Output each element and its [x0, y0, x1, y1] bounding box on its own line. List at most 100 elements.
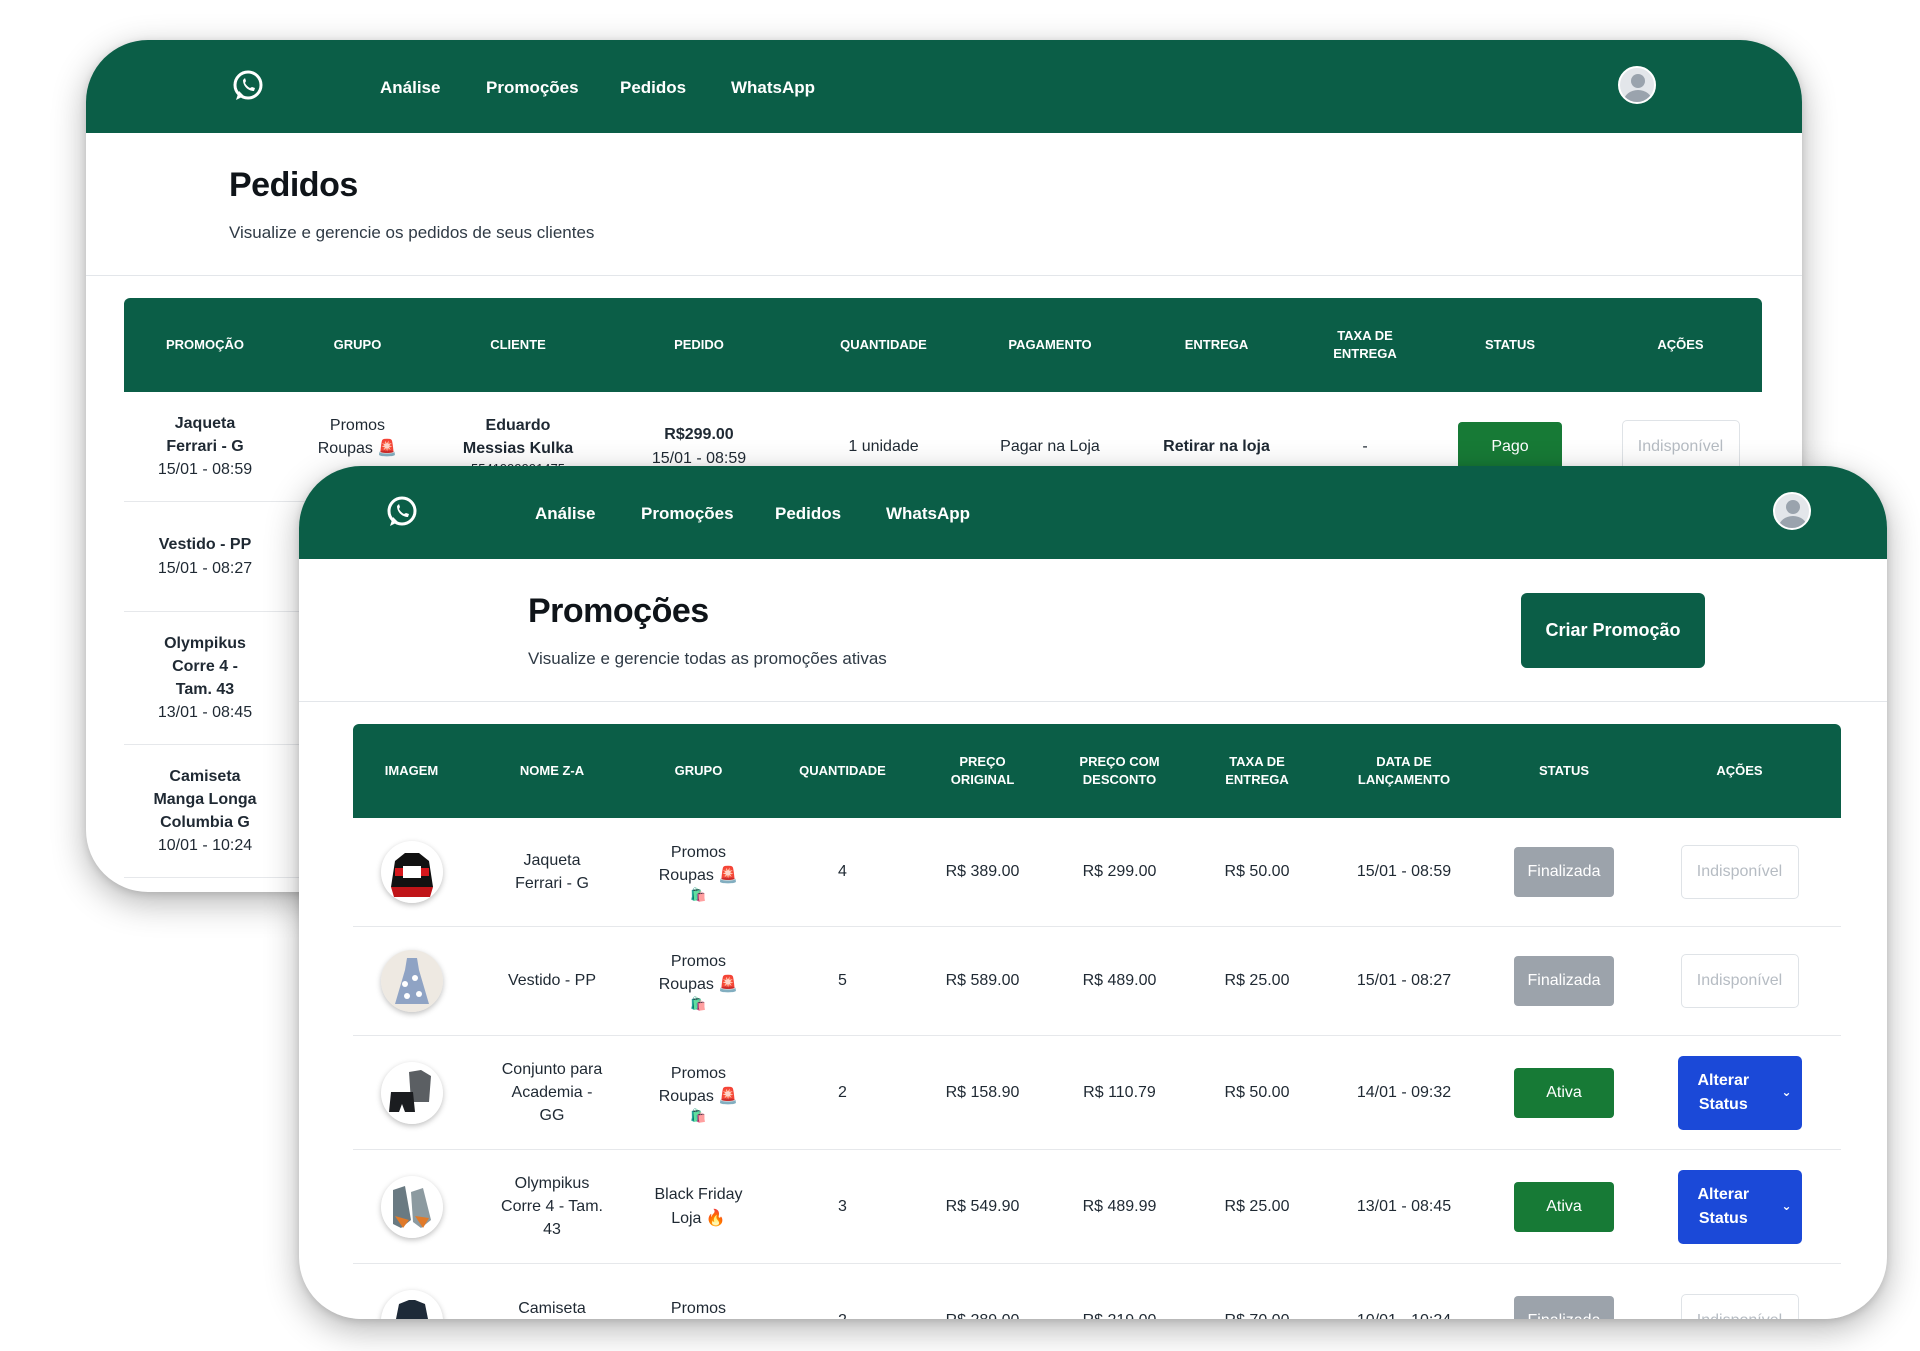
nav-link-whatsapp[interactable]: WhatsApp: [886, 504, 970, 524]
shopping-bags-icon: 🛍️: [690, 1107, 707, 1123]
chevron-down-icon: ⌄: [1781, 1198, 1792, 1213]
table-row[interactable]: Vestido - PP Promos Roupas 🚨 🛍️ 5 R$ 589…: [353, 927, 1841, 1036]
table-row[interactable]: Olympikus Corre 4 - Tam. 43 Black Friday…: [353, 1150, 1841, 1264]
nav-link-analise[interactable]: Análise: [535, 504, 595, 524]
user-avatar-icon[interactable]: [1773, 492, 1811, 530]
promo-date: 13/01 - 08:45: [157, 704, 253, 722]
delivery-fee-cell: R$ 25.00: [1224, 972, 1290, 990]
create-promotion-button[interactable]: Criar Promoção: [1521, 593, 1705, 668]
promo-cell: Camiseta Manga Longa Columbia G 10/01 - …: [124, 745, 286, 877]
column-header[interactable]: PREÇO COM DESCONTO: [1043, 724, 1196, 818]
table-row[interactable]: Camiseta Manga Longa Promos Roupas 🚨 2 R…: [353, 1264, 1841, 1319]
column-header[interactable]: AÇÕES: [1638, 724, 1841, 818]
promo-date: 15/01 - 08:59: [157, 461, 253, 479]
column-header[interactable]: GRUPO: [286, 298, 429, 392]
column-header[interactable]: QUANTIDADE: [791, 298, 976, 392]
column-header[interactable]: TAXA DE ENTREGA: [1309, 298, 1421, 392]
column-header[interactable]: DATA DE LANÇAMENTO: [1318, 724, 1490, 818]
discount-price-cell: R$ 299.00: [1082, 863, 1157, 881]
original-price-cell: R$ 549.90: [945, 1197, 1020, 1215]
product-thumbnail[interactable]: [380, 1289, 443, 1319]
nav-link-pedidos[interactable]: Pedidos: [620, 78, 686, 98]
user-avatar-icon[interactable]: [1618, 66, 1656, 104]
column-header[interactable]: ENTREGA: [1124, 298, 1309, 392]
change-status-button[interactable]: Alterar Status ⌄: [1677, 1055, 1802, 1130]
status-cell: Finalizada: [1490, 927, 1638, 1035]
promotions-table: IMAGEM NOME Z-A GRUPO QUANTIDADE PREÇO O…: [353, 724, 1841, 1319]
client-name: Eduardo Messias Kulka: [462, 417, 574, 458]
nav-link-whatsapp[interactable]: WhatsApp: [731, 78, 815, 98]
group-cell: Promos Roupas 🚨: [670, 1300, 727, 1318]
group-cell: Promos Roupas 🚨 🛍️: [634, 1036, 763, 1149]
status-badge: Pago: [1458, 421, 1562, 472]
status-cell: Finalizada: [1490, 1264, 1638, 1319]
whatsapp-logo-icon[interactable]: [385, 495, 419, 529]
name-cell: Conjunto para Academia - GG: [501, 1060, 603, 1125]
top-navbar: Análise Promoções Pedidos WhatsApp: [299, 466, 1887, 559]
column-header[interactable]: GRUPO: [634, 724, 763, 818]
shopping-bags-icon: 🛍️: [690, 996, 707, 1012]
unavailable-button[interactable]: Indisponível: [1680, 845, 1799, 899]
change-status-button[interactable]: Alterar Status ⌄: [1677, 1169, 1802, 1244]
promo-cell: Olympikus Corre 4 - Tam. 43 13/01 - 08:4…: [124, 612, 286, 744]
promotions-table-header: IMAGEM NOME Z-A GRUPO QUANTIDADE PREÇO O…: [353, 724, 1841, 818]
whatsapp-logo-icon[interactable]: [231, 69, 265, 103]
discount-price-cell: R$ 219.00: [1043, 1264, 1196, 1319]
actions-cell: Indisponível: [1638, 927, 1841, 1035]
group-cell: Black Friday Loja 🔥: [654, 1186, 743, 1227]
column-header[interactable]: CLIENTE: [429, 298, 607, 392]
product-thumbnail[interactable]: [380, 841, 443, 903]
header-divider: [299, 701, 1887, 702]
table-row[interactable]: Jaqueta Ferrari - G Promos Roupas 🚨 🛍️ 4…: [353, 818, 1841, 927]
status-badge: Ativa: [1514, 1067, 1614, 1118]
nav-link-promocoes[interactable]: Promoções: [641, 504, 734, 524]
product-thumbnail[interactable]: [380, 1175, 443, 1238]
group-cell: Promos Roupas 🚨 🛍️: [634, 818, 763, 926]
discount-price-cell: R$ 110.79: [1083, 1083, 1156, 1101]
promo-cell: Vestido - PP 15/01 - 08:27: [124, 502, 286, 611]
top-navbar: Análise Promoções Pedidos WhatsApp: [86, 40, 1802, 133]
status-badge: Finalizada: [1514, 1295, 1614, 1319]
actions-cell: Indisponível: [1638, 1264, 1841, 1319]
unavailable-button[interactable]: Indisponível: [1680, 1293, 1799, 1319]
product-thumbnail[interactable]: [380, 1061, 443, 1124]
column-header[interactable]: IMAGEM: [353, 724, 470, 818]
page-subtitle: Visualize e gerencie os pedidos de seus …: [229, 223, 595, 242]
promo-name: Vestido - PP: [158, 536, 252, 554]
delivery-fee-cell: R$ 25.00: [1224, 1197, 1290, 1215]
column-header[interactable]: STATUS: [1421, 298, 1599, 392]
launch-date-cell: 15/01 - 08:27: [1356, 972, 1452, 990]
name-cell: Camiseta Manga Longa: [518, 1300, 586, 1318]
launch-date-cell: 14/01 - 09:32: [1356, 1083, 1452, 1101]
group-name: Promos Roupas 🚨: [658, 1064, 739, 1105]
column-header[interactable]: TAXA DE ENTREGA: [1196, 724, 1318, 818]
page-title: Pedidos: [229, 166, 358, 204]
column-header[interactable]: STATUS: [1490, 724, 1638, 818]
promotions-window: Análise Promoções Pedidos WhatsApp Promo…: [299, 466, 1887, 1319]
quantity-cell: 2: [838, 1083, 847, 1101]
column-header[interactable]: PREÇO ORIGINAL: [922, 724, 1043, 818]
image-cell: [353, 818, 470, 926]
product-thumbnail[interactable]: [380, 950, 443, 1012]
column-header[interactable]: AÇÕES: [1599, 298, 1762, 392]
quantity-cell: 4: [838, 863, 847, 881]
image-cell: [353, 927, 470, 1035]
column-header[interactable]: PAGAMENTO: [976, 298, 1124, 392]
column-header[interactable]: QUANTIDADE: [763, 724, 922, 818]
shopping-bags-icon: 🛍️: [690, 887, 707, 903]
change-status-label: Alterar Status: [1697, 1186, 1750, 1227]
promo-date: 15/01 - 08:27: [157, 559, 253, 577]
column-header[interactable]: PROMOÇÃO: [124, 298, 286, 392]
table-row[interactable]: Conjunto para Academia - GG Promos Roupa…: [353, 1036, 1841, 1150]
status-badge: Ativa: [1514, 1181, 1614, 1232]
nav-link-promocoes[interactable]: Promoções: [486, 78, 579, 98]
column-header[interactable]: PEDIDO: [607, 298, 791, 392]
image-cell: [353, 1264, 470, 1319]
promo-cell: Jaqueta Ferrari - G 15/01 - 08:59: [124, 392, 286, 501]
status-cell: Finalizada: [1490, 818, 1638, 926]
actions-cell: Alterar Status ⌄: [1638, 1150, 1841, 1263]
nav-link-analise[interactable]: Análise: [380, 78, 440, 98]
nav-link-pedidos[interactable]: Pedidos: [775, 504, 841, 524]
unavailable-button[interactable]: Indisponível: [1680, 954, 1799, 1008]
column-header[interactable]: NOME Z-A: [470, 724, 634, 818]
